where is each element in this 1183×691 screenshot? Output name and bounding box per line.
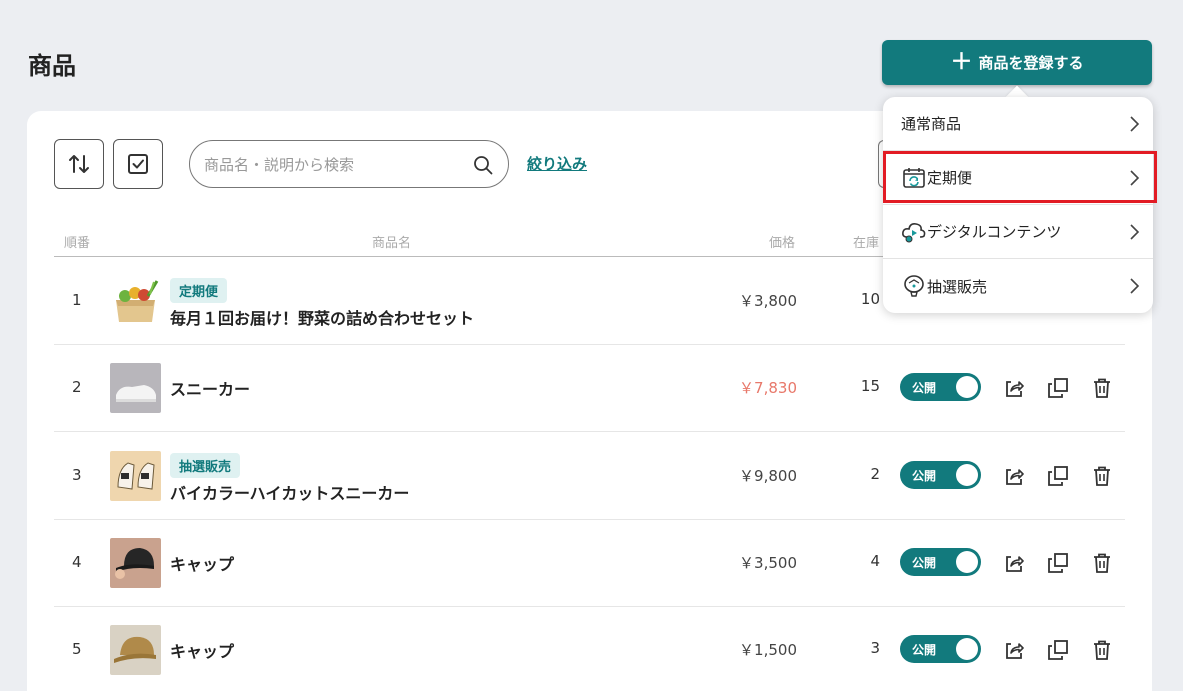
filter-link[interactable]: 絞り込み: [527, 153, 587, 174]
share-icon: [1006, 556, 1024, 572]
trash-icon: [1094, 640, 1110, 660]
share-button[interactable]: [1001, 463, 1027, 489]
column-header-name: 商品名: [372, 236, 412, 251]
product-name[interactable]: キャップ: [170, 638, 234, 662]
trash-icon: [1094, 466, 1110, 486]
register-product-button[interactable]: ＋ 商品を登録する: [882, 40, 1152, 85]
product-name[interactable]: バイカラーハイカットスニーカー: [170, 480, 409, 504]
copy-icon: [1048, 378, 1068, 398]
dropdown-item-digital[interactable]: デジタルコンテンツ: [883, 205, 1153, 259]
product-thumbnail: [110, 363, 161, 413]
dropdown-item-label: 抽選販売: [927, 277, 988, 296]
search-icon[interactable]: [472, 154, 494, 176]
product-stock: 3: [870, 639, 880, 657]
duplicate-button[interactable]: [1045, 463, 1071, 489]
product-stock: 2: [870, 465, 880, 483]
copy-icon: [1048, 466, 1068, 486]
product-price: ￥3,800: [739, 292, 797, 310]
table-row[interactable]: 2 スニーカー ￥7,830 15 公開: [54, 344, 1125, 432]
copy-icon: [1048, 553, 1068, 573]
register-product-label: 商品を登録する: [978, 54, 1084, 72]
chevron-right-icon: [1130, 224, 1140, 240]
row-order: 1: [72, 291, 82, 309]
product-thumbnail: [110, 451, 161, 501]
toggle-knob: [956, 551, 978, 573]
share-icon: [1006, 469, 1024, 485]
trash-icon: [1094, 378, 1110, 398]
column-header-price: 価格: [769, 236, 796, 251]
sort-arrows-icon: [69, 155, 89, 173]
dropdown-item-label: デジタルコンテンツ: [927, 223, 1062, 241]
toggle-knob: [956, 376, 978, 398]
table-row[interactable]: 5 キャップ ￥1,500 3 公開: [54, 606, 1125, 691]
lottery-icon: [901, 274, 927, 298]
row-order: 5: [72, 640, 82, 658]
search-input[interactable]: [204, 153, 464, 177]
product-type-badge: 定期便: [170, 278, 228, 303]
sort-button[interactable]: [54, 139, 104, 189]
product-price: ￥9,800: [739, 467, 797, 485]
dropdown-item-subscription[interactable]: 定期便: [883, 151, 1153, 205]
calendar-refresh-icon: [901, 166, 927, 190]
product-name[interactable]: スニーカー: [170, 376, 250, 400]
product-price: ￥3,500: [739, 554, 797, 572]
plus-icon: ＋: [950, 49, 973, 75]
product-thumbnail: [110, 538, 161, 588]
delete-button[interactable]: [1089, 463, 1115, 489]
table-row[interactable]: 3 抽選販売 バイカラーハイカットスニーカー ￥9,800 2 公開: [54, 432, 1125, 520]
delete-button[interactable]: [1089, 375, 1115, 401]
publish-toggle-label: 公開: [912, 556, 937, 570]
toggle-knob: [956, 638, 978, 660]
publish-toggle[interactable]: 公開: [900, 461, 981, 489]
search-box: [189, 140, 509, 188]
publish-toggle[interactable]: 公開: [900, 373, 981, 401]
column-header-order: 順番: [64, 236, 91, 251]
toggle-knob: [956, 464, 978, 486]
cloud-play-icon: [901, 220, 927, 244]
chevron-right-icon: [1130, 170, 1140, 186]
product-stock: 4: [870, 552, 880, 570]
checkbox-icon: [128, 154, 148, 174]
delete-button[interactable]: [1089, 550, 1115, 576]
product-price: ￥1,500: [739, 641, 797, 659]
duplicate-button[interactable]: [1045, 375, 1071, 401]
row-order: 4: [72, 553, 82, 571]
publish-toggle-label: 公開: [912, 643, 937, 657]
row-order: 2: [72, 378, 82, 396]
product-stock: 15: [860, 377, 880, 395]
publish-toggle-label: 公開: [912, 381, 937, 395]
dropdown-item-regular[interactable]: 通常商品: [883, 97, 1153, 151]
table-row[interactable]: 4 キャップ ￥3,500 4 公開: [54, 519, 1125, 607]
bulk-select-button[interactable]: [113, 139, 163, 189]
page-title: 商品: [28, 52, 76, 80]
delete-button[interactable]: [1089, 637, 1115, 663]
publish-toggle[interactable]: 公開: [900, 635, 981, 663]
product-type-badge: 抽選販売: [170, 453, 241, 478]
product-thumbnail: [110, 625, 161, 675]
product-stock: 10: [860, 290, 880, 308]
duplicate-button[interactable]: [1045, 550, 1071, 576]
chevron-right-icon: [1130, 278, 1140, 294]
share-icon: [1006, 381, 1024, 397]
copy-icon: [1048, 640, 1068, 660]
product-name[interactable]: キャップ: [170, 551, 234, 575]
share-icon: [1006, 643, 1024, 659]
duplicate-button[interactable]: [1045, 637, 1071, 663]
dropdown-item-label: 通常商品: [901, 115, 962, 133]
dropdown-item-lottery[interactable]: 抽選販売: [883, 259, 1153, 313]
row-order: 3: [72, 466, 82, 484]
trash-icon: [1094, 553, 1110, 573]
publish-toggle[interactable]: 公開: [900, 548, 981, 576]
publish-toggle-label: 公開: [912, 469, 937, 483]
share-button[interactable]: [1001, 637, 1027, 663]
product-thumbnail: [110, 276, 161, 326]
product-name[interactable]: 毎月１回お届け！野菜の詰め合わせセット: [170, 305, 474, 329]
chevron-right-icon: [1130, 116, 1140, 132]
register-type-dropdown: 通常商品 定期便 デジタルコンテンツ 抽選販売: [883, 97, 1153, 313]
share-button[interactable]: [1001, 375, 1027, 401]
share-button[interactable]: [1001, 550, 1027, 576]
product-price: ￥7,830: [739, 379, 797, 397]
dropdown-item-label: 定期便: [927, 169, 973, 187]
column-header-stock: 在庫: [853, 236, 880, 251]
